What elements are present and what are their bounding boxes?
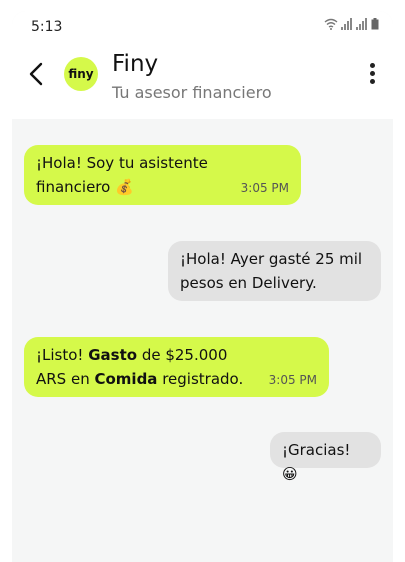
message-text: pesos en Delivery. bbox=[180, 274, 317, 292]
battery-icon bbox=[371, 18, 379, 30]
chat-message-user: ¡Gracias! 😀 bbox=[270, 432, 381, 483]
chat-message-bot: ¡Listo! Gasto de $25.000 ARS en Comida r… bbox=[24, 337, 329, 397]
signal-icon-2 bbox=[356, 18, 367, 30]
message-text: de $25.000 bbox=[137, 346, 228, 364]
message-text: ¡Listo! bbox=[36, 346, 89, 364]
message-text: ¡Gracias! 😀 bbox=[282, 441, 351, 483]
message-timestamp: 3:05 PM bbox=[268, 373, 317, 387]
status-time: 5:13 bbox=[31, 19, 63, 35]
signal-icon bbox=[341, 18, 352, 30]
chat-subtitle: Tu asesor financiero bbox=[112, 83, 272, 102]
message-text: ¡Hola! Soy tu asistente bbox=[36, 154, 208, 172]
phone-screen: 5:13 finy Finy Tu asesor financiero ¡Hol… bbox=[12, 11, 393, 562]
back-arrow-icon[interactable] bbox=[26, 61, 48, 87]
message-text-bold: Comida bbox=[94, 370, 158, 388]
more-options-icon[interactable] bbox=[367, 63, 377, 87]
message-text: financiero 💰 bbox=[36, 178, 134, 196]
status-icons bbox=[324, 18, 379, 30]
message-text: ARS en bbox=[36, 370, 95, 388]
avatar[interactable]: finy bbox=[64, 57, 98, 91]
chat-message-bot: ¡Hola! Soy tu asistente financiero 💰 3:0… bbox=[24, 145, 301, 205]
message-text: ¡Hola! Ayer gasté 25 mil bbox=[180, 250, 363, 268]
chat-message-user: ¡Hola! Ayer gasté 25 mil pesos en Delive… bbox=[168, 241, 381, 301]
message-text-bold: Gasto bbox=[88, 346, 138, 364]
message-text: registrado. bbox=[157, 370, 244, 388]
wifi-icon bbox=[324, 18, 338, 30]
chat-header: 5:13 finy Finy Tu asesor financiero bbox=[12, 11, 393, 119]
chat-title: Finy bbox=[112, 51, 159, 77]
message-timestamp: 3:05 PM bbox=[240, 181, 289, 195]
